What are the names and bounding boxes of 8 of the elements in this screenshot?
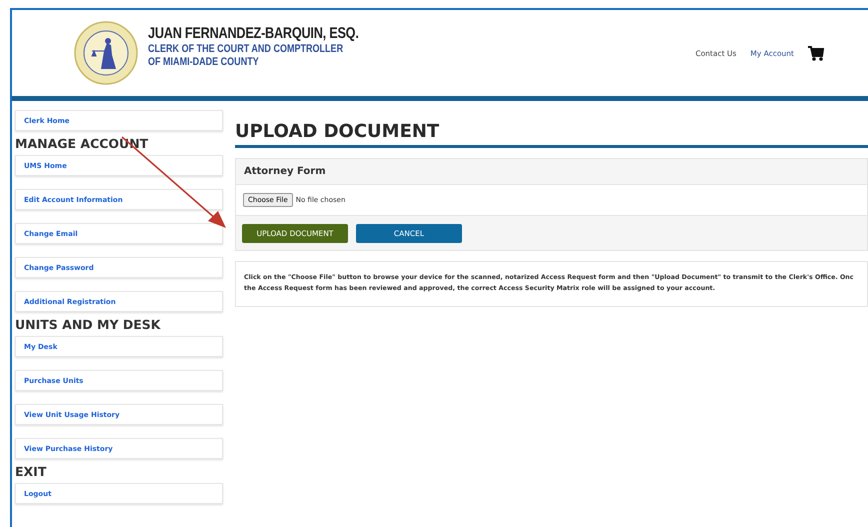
- section-heading: EXIT: [15, 464, 48, 480]
- page-title: UPLOAD DOCUMENT: [235, 121, 868, 148]
- seal-logo: [74, 21, 138, 85]
- clerk-title: CLERK OF THE COURT AND COMPTROLLER: [148, 43, 344, 56]
- clerk-title: OF MIAMI-DADE COUNTY: [148, 56, 260, 69]
- section-heading: UNITS AND MY DESK: [15, 317, 162, 333]
- cart-icon[interactable]: [808, 46, 824, 60]
- clerk-name: JUAN FERNANDEZ-BARQUIN, ESQ.: [148, 25, 359, 43]
